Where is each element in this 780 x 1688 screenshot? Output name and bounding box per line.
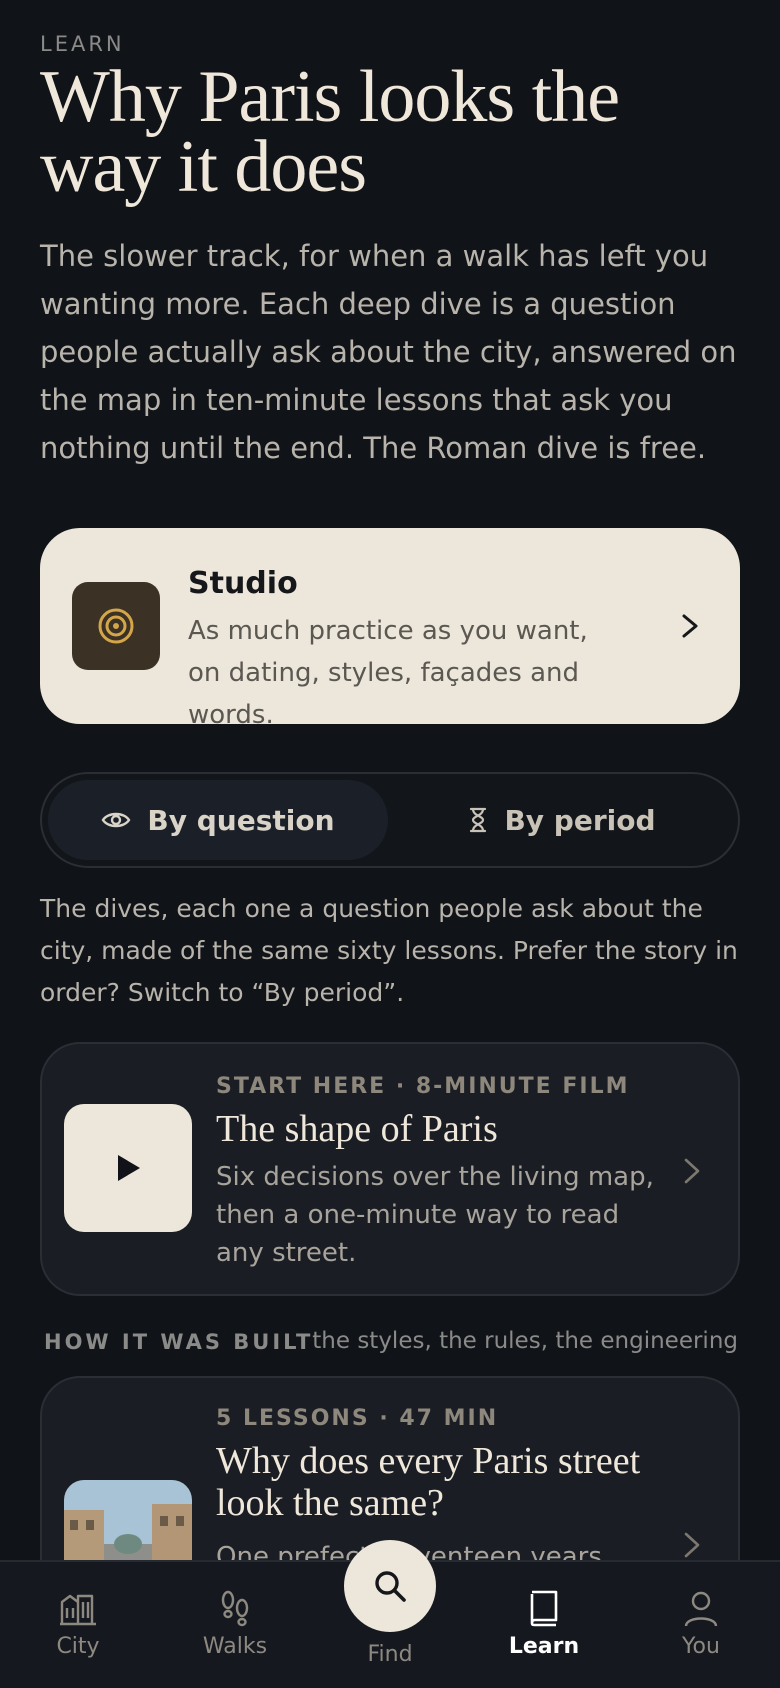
view-mode-note: The dives, each one a question people as… [40, 894, 738, 1007]
film-title: The shape of Paris [216, 1108, 498, 1150]
learn-screen: LEARN Why Paris looks the way it does Th… [0, 0, 780, 1688]
chevron-right-icon [684, 1532, 700, 1558]
tab-label: You [682, 1634, 720, 1659]
intro-text: The slower track, for when a walk has le… [40, 239, 737, 465]
search-icon [375, 1571, 406, 1602]
by-question-option[interactable]: By question [48, 780, 388, 860]
target-icon [72, 582, 160, 670]
chevron-right-icon [684, 1158, 700, 1184]
studio-card[interactable]: Studio As much practice as you want, on … [40, 528, 740, 730]
footprints-icon [221, 1590, 249, 1627]
buildings-icon [60, 1594, 96, 1626]
film-card[interactable]: START HERE · 8-MINUTE FILM The shape of … [40, 1042, 740, 1296]
view-mode-toggle: By question By period [40, 772, 740, 868]
film-meta: START HERE · 8-MINUTE FILM [216, 1074, 630, 1099]
book-icon [530, 1590, 558, 1627]
find-button[interactable] [344, 1540, 436, 1632]
tab-label: City [56, 1634, 100, 1659]
tab-city[interactable]: City [18, 1588, 138, 1659]
chevron-right-icon [682, 614, 698, 638]
studio-title: Studio [188, 566, 298, 601]
by-period-option[interactable]: By period [392, 780, 732, 860]
lesson-meta: 5 LESSONS · 47 MIN [216, 1406, 499, 1431]
section-eyebrow: LEARN [40, 32, 125, 56]
section-heading: HOW IT WAS BUILT [44, 1330, 314, 1354]
tab-learn[interactable]: Learn [484, 1588, 604, 1659]
play-icon [118, 1155, 140, 1181]
by-question-label: By question [147, 803, 335, 837]
tab-you[interactable]: You [641, 1588, 761, 1659]
find-label: Find [367, 1642, 413, 1667]
tab-label: Learn [508, 1634, 580, 1659]
hourglass-icon [470, 807, 487, 833]
page-title: Why Paris looks the way it does [40, 56, 620, 208]
tab-label: Walks [202, 1634, 268, 1659]
studio-description: As much practice as you want, on dating,… [188, 616, 588, 730]
lesson-title: Why does every Paris street look the sam… [216, 1440, 641, 1524]
by-period-label: By period [504, 803, 656, 837]
section-subheading: the styles, the rules, the engineering [312, 1328, 738, 1354]
play-button[interactable] [64, 1104, 192, 1232]
tab-walks[interactable]: Walks [175, 1588, 295, 1659]
film-description: Six decisions over the living map, then … [216, 1162, 654, 1268]
eye-icon [102, 812, 131, 828]
person-icon [684, 1591, 718, 1627]
